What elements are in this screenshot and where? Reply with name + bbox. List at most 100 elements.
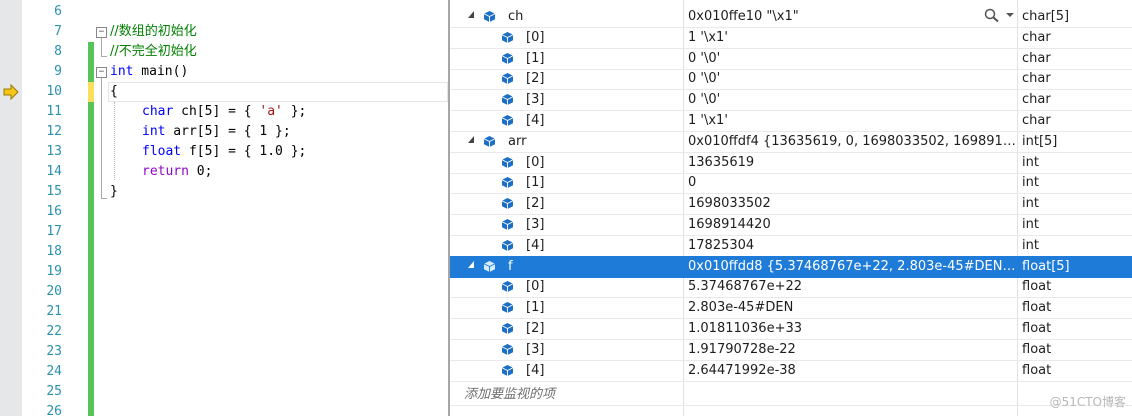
watch-value-cell[interactable]: 0 '\0' xyxy=(684,48,1016,69)
watch-type-cell: char[5] xyxy=(1022,9,1070,24)
watch-value-cell[interactable]: 1698033502 xyxy=(684,193,1016,214)
code-text: arr[5] = { 1 }; xyxy=(165,124,291,139)
code-line-12[interactable]: int arr[5] = { 1 }; xyxy=(142,122,291,142)
watch-row-arr[interactable]: arr 0x010ffdf4 {13635619, 0, 1698033502, … xyxy=(450,131,1132,153)
watch-name-cell[interactable]: [1] xyxy=(450,172,682,193)
watch-value-cell[interactable]: 0 '\0' xyxy=(684,89,1016,110)
glyph-margin[interactable] xyxy=(0,0,22,416)
add-watch-placeholder[interactable]: 添加要监视的项 xyxy=(464,384,696,405)
expand-collapse-icon[interactable] xyxy=(468,135,474,143)
watch-name-cell[interactable]: [0] xyxy=(450,27,682,48)
watch-type-cell: char xyxy=(1022,29,1051,45)
add-watch-row[interactable]: 添加要监视的项 xyxy=(450,384,1132,406)
line-number: 24 xyxy=(46,364,62,379)
code-line-13[interactable]: float f[5] = { 1.0 }; xyxy=(142,142,306,162)
watch-window[interactable]: ch 0x010ffe10 "\x1" char[5] [0] 1 '\x1' char[… xyxy=(448,0,1132,416)
code-text: main() xyxy=(133,64,189,79)
line-number: 23 xyxy=(46,344,62,359)
watch-name-cell[interactable]: arr xyxy=(450,131,682,152)
watch-name-cell[interactable]: [3] xyxy=(450,89,682,110)
code-line-9[interactable]: int main() xyxy=(110,62,188,82)
watch-row-element[interactable]: [0] 1 '\x1' char xyxy=(450,27,1132,49)
watch-row-element[interactable]: [4] 2.64471992e-38 float xyxy=(450,360,1132,382)
watch-row-element[interactable]: [1] 2.803e-45#DEN float xyxy=(450,297,1132,320)
watch-name-cell[interactable]: [2] xyxy=(450,68,682,89)
watch-row-element[interactable]: [3] 1.91790728e-22 float xyxy=(450,339,1132,361)
watch-value-cell[interactable]: 1 '\x1' xyxy=(684,110,1016,131)
line-number: 26 xyxy=(46,404,62,416)
watch-row-element[interactable]: [3] 0 '\0' char xyxy=(450,89,1132,112)
watch-name-cell[interactable]: [4] xyxy=(450,235,682,256)
code-line-14[interactable]: return 0; xyxy=(142,162,212,182)
collapse-function-icon[interactable]: − xyxy=(96,67,107,78)
code-line-11[interactable]: char ch[5] = { 'a' }; xyxy=(142,102,306,122)
watch-name-cell[interactable]: [0] xyxy=(450,152,682,173)
watch-type-cell: float xyxy=(1022,341,1052,357)
watch-value-cell[interactable]: 0x010ffe10 "\x1" xyxy=(684,6,966,27)
watch-name-cell[interactable]: f xyxy=(450,256,682,277)
watch-name: f xyxy=(508,258,513,274)
watch-row-element[interactable]: [4] 1 '\x1' char xyxy=(450,110,1132,132)
code-line-8[interactable]: //不完全初始化 xyxy=(110,42,197,62)
watch-value-cell[interactable]: 5.37468767e+22 xyxy=(684,276,1016,297)
watch-row-element[interactable]: [3] 1698914420 int xyxy=(450,214,1132,236)
watch-name-cell[interactable]: [2] xyxy=(450,193,682,214)
watch-row-f[interactable]: f 0x010ffdd8 {5.37468767e+22, 2.803e-45#D… xyxy=(450,255,1132,278)
watch-value-cell[interactable]: 17825304 xyxy=(684,235,1016,256)
magnifier-icon[interactable] xyxy=(984,8,1000,22)
collapse-comment-icon[interactable]: − xyxy=(96,27,107,38)
watch-value-cell[interactable]: 13635619 xyxy=(684,152,1016,173)
code-line-7[interactable]: //数组的初始化 xyxy=(110,22,197,42)
outline-line xyxy=(101,78,102,198)
watch-row-element[interactable]: [0] 5.37468767e+22 float xyxy=(450,276,1132,299)
watch-name-cell[interactable]: [2] xyxy=(450,318,682,339)
watch-name-cell[interactable]: [1] xyxy=(450,297,682,318)
watch-value-cell[interactable]: 0x010ffdf4 {13635619, 0, 1698033502, 169… xyxy=(684,131,1016,152)
watch-row-element[interactable]: [0] 13635619 int xyxy=(450,152,1132,174)
expand-collapse-icon[interactable] xyxy=(468,260,474,268)
line-number: 21 xyxy=(46,304,62,319)
variable-cube-icon xyxy=(502,52,513,64)
watch-name: [4] xyxy=(526,362,545,378)
watch-value-cell[interactable]: 0x010ffdd8 {5.37468767e+22, 2.803e-45#DE… xyxy=(684,256,1016,277)
watch-row-element[interactable]: [1] 0 int xyxy=(450,172,1132,195)
watch-row-element[interactable]: [4] 17825304 int xyxy=(450,235,1132,257)
chevron-down-icon[interactable] xyxy=(1006,13,1014,17)
code-line-10[interactable]: { xyxy=(110,82,118,102)
watch-row-element[interactable]: [2] 0 '\0' char xyxy=(450,68,1132,91)
watch-value-cell[interactable]: 1.91790728e-22 xyxy=(684,339,1016,360)
watch-name: [2] xyxy=(526,196,545,212)
watch-value-cell[interactable]: 2.64471992e-38 xyxy=(684,360,1016,381)
watch-name-cell[interactable]: [1] xyxy=(450,48,682,69)
watch-value-cell[interactable]: 2.803e-45#DEN xyxy=(684,297,1016,318)
watch-name: [4] xyxy=(526,113,545,128)
watch-value-cell[interactable]: 0 '\0' xyxy=(684,68,1016,89)
watch-value-cell[interactable]: 1 '\x1' xyxy=(684,27,1016,48)
watch-name-cell[interactable]: [4] xyxy=(450,360,682,381)
watch-name: [0] xyxy=(526,279,545,295)
variable-cube-icon xyxy=(502,364,513,376)
watch-name-cell[interactable]: [0] xyxy=(450,276,682,297)
watch-name: [4] xyxy=(526,237,545,253)
watch-value-cell[interactable]: 0 xyxy=(684,172,1016,193)
watch-row-element[interactable]: [2] 1698033502 int xyxy=(450,193,1132,216)
watch-value-cell[interactable]: 1.01811036e+33 xyxy=(684,318,1016,339)
code-text: ch[5] = { xyxy=(173,104,260,119)
watch-row-element[interactable]: [2] 1.01811036e+33 float xyxy=(450,318,1132,340)
code-line-15[interactable]: } xyxy=(110,182,118,202)
variable-cube-icon xyxy=(502,177,513,189)
variable-cube-icon xyxy=(502,323,513,334)
watch-name: ch xyxy=(508,9,524,24)
line-number: 7 xyxy=(54,24,62,39)
watch-name-cell[interactable]: [4] xyxy=(450,110,682,131)
watch-row-ch[interactable]: ch 0x010ffe10 "\x1" char[5] xyxy=(450,6,1132,28)
watch-name: arr xyxy=(508,133,527,149)
watch-name-cell[interactable]: ch xyxy=(450,6,682,27)
code-editor[interactable]: 6 7 8 9 10 11 12 13 14 15 16 17 18 19 20 21 22 23 24 25 26 −… xyxy=(0,0,448,416)
expand-collapse-icon[interactable] xyxy=(468,11,474,18)
watch-value-cell[interactable]: 1698914420 xyxy=(684,214,1016,235)
watch-name-cell[interactable]: [3] xyxy=(450,339,682,360)
watch-name: [2] xyxy=(526,71,545,87)
watch-name-cell[interactable]: [3] xyxy=(450,214,682,235)
watch-row-element[interactable]: [1] 0 '\0' char xyxy=(450,48,1132,70)
